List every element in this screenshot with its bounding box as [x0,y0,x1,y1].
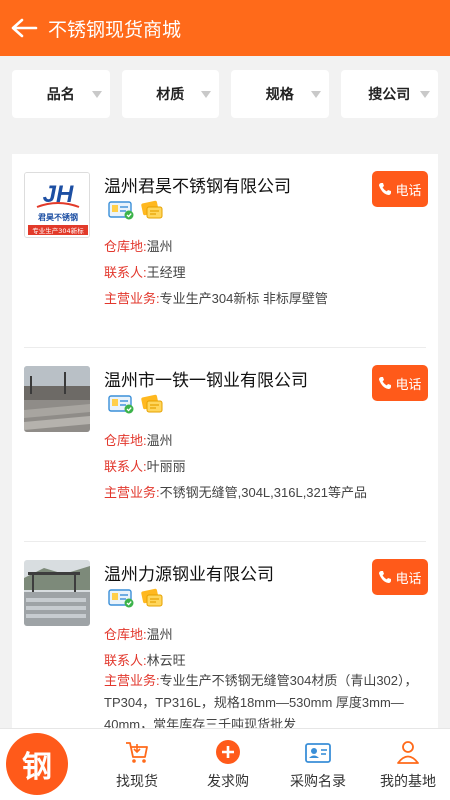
company-card[interactable]: 温州力源钢业有限公司 电话 仓库地:温州 联系人:林云旺 主营业务:专业生产不锈… [12,542,438,728]
contact-row: 联系人:王经理 [104,265,186,280]
svg-text:专业生产304新标: 专业生产304新标 [32,226,84,235]
filter-label: 品名 [46,86,75,102]
phone-icon [379,183,392,195]
business-row: 主营业务:专业生产不锈钢无缝管304材质（青山302），TP304，TP316L… [104,673,418,728]
user-icon [397,741,419,764]
tab-label: 发求购 [207,773,249,789]
business-row: 主营业务:不锈钢无缝管,304L,316L,321等产品 [104,485,367,500]
filter-spec[interactable]: 规格 [231,70,329,118]
tab-label: 我的基地 [380,773,436,789]
top-bar: 不锈钢现货商城 [0,0,450,56]
call-button[interactable]: 电话 [372,559,428,595]
gold-member-badge-icon [141,588,163,607]
tab-my-base[interactable]: 我的基地 [363,737,450,797]
call-button-label: 电话 [395,570,422,586]
page-title: 不锈钢现货商城 [48,19,182,41]
contact-row: 联系人:叶丽丽 [104,459,186,474]
dropdown-triangle-icon [91,91,102,98]
company-photo [24,366,90,432]
gold-member-badge-icon [141,394,163,413]
phone-icon [379,571,392,583]
verified-id-badge-icon [108,395,134,414]
call-button[interactable]: 电话 [372,171,428,207]
dropdown-triangle-icon [310,91,321,98]
dropdown-triangle-icon [420,91,430,98]
warehouse-row: 仓库地:温州 [104,627,173,642]
company-card[interactable]: JH 君昊不锈钢 专业生产304新标 温州君昊不锈钢有限公司 电话 仓库地:温州… [12,154,438,348]
call-button[interactable]: 电话 [372,365,428,401]
phone-icon [379,377,392,389]
tab-label: 找现货 [116,773,158,789]
filter-label: 搜公司 [368,86,411,102]
filter-bar: 品名 材质 规格 搜公司 [12,70,438,118]
badge-group [108,588,164,608]
call-button-label: 电话 [395,376,422,392]
back-button[interactable] [0,0,48,56]
plus-circle-icon [216,740,240,764]
dropdown-triangle-icon [201,91,211,98]
gold-member-badge-icon [141,200,163,219]
company-card[interactable]: 温州市一铁一钢业有限公司 电话 仓库地:温州 联系人:叶丽丽 主营业务:不锈钢无… [12,348,438,542]
badge-group [108,394,164,414]
tab-purchase-directory[interactable]: 采购名录 [273,737,363,797]
tab-label: 采购名录 [290,773,346,789]
company-name[interactable]: 温州君昊不锈钢有限公司 [104,172,291,197]
tab-find-stock[interactable]: 找现货 [92,737,182,797]
call-button-label: 电话 [395,182,422,198]
verified-id-badge-icon [108,589,134,608]
warehouse-row: 仓库地:温州 [104,239,173,254]
app-logo[interactable]: 钢 [6,733,68,795]
company-name[interactable]: 温州力源钢业有限公司 [104,560,274,585]
badge-group [108,200,164,220]
contacts-card-icon [305,743,331,763]
tab-post-request[interactable]: 发求购 [183,737,273,797]
contact-row: 联系人:林云旺 [104,653,186,668]
warehouse-row: 仓库地:温州 [104,433,173,448]
svg-text:君昊不锈钢: 君昊不锈钢 [37,212,78,222]
company-name[interactable]: 温州市一铁一钢业有限公司 [104,366,308,391]
filter-label: 材质 [156,86,185,102]
verified-id-badge-icon [108,201,134,220]
company-list[interactable]: JH 君昊不锈钢 专业生产304新标 温州君昊不锈钢有限公司 电话 仓库地:温州… [12,154,438,728]
business-row: 主营业务:专业生产304新标 非标厚壁管 [104,291,328,306]
filter-search-company[interactable]: 搜公司 [340,70,438,118]
filter-product-name[interactable]: 品名 [12,70,110,118]
bottom-tab-bar: 钢 找现货 发求购 采购名录 我的基地 [0,728,450,800]
cart-icon [126,742,148,763]
filter-label: 规格 [265,86,294,102]
company-logo: JH 君昊不锈钢 专业生产304新标 [24,172,90,238]
back-arrow-icon [11,18,38,38]
filter-material[interactable]: 材质 [121,70,219,118]
company-photo [24,560,90,626]
